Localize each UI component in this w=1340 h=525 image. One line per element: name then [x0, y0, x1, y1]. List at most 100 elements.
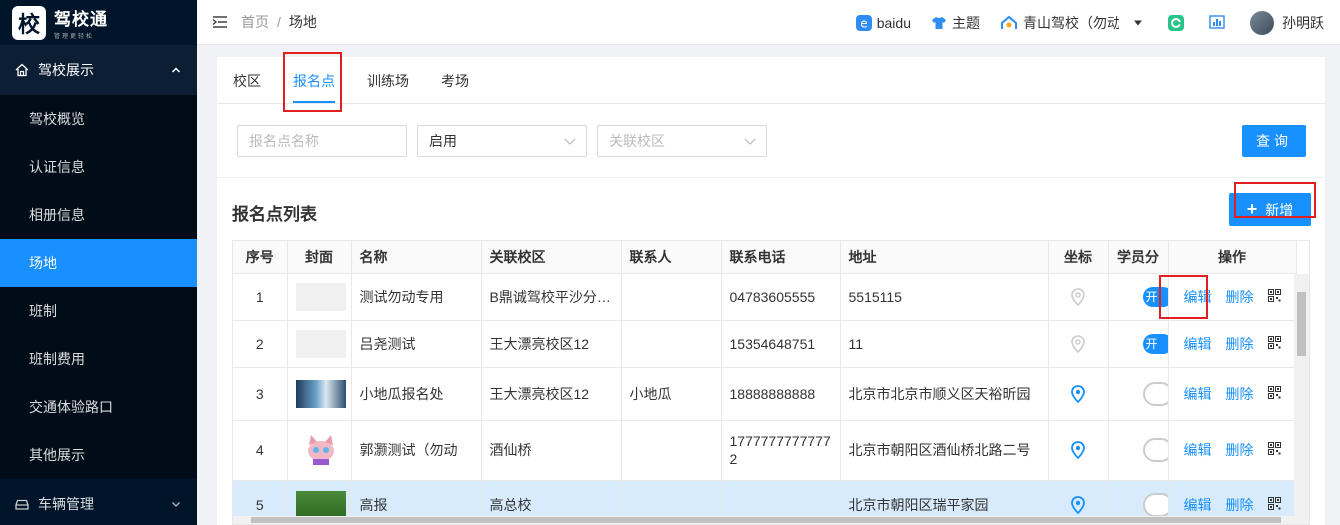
cell-name: 小地瓜报名处 [351, 367, 482, 421]
cover-image [295, 282, 346, 311]
logo: 校 驾校通 管理更轻松 [0, 0, 197, 45]
app-subtitle: 管理更轻松 [54, 34, 95, 40]
campus-select[interactable]: 关联校区 [597, 124, 767, 157]
column-header: 封面 [287, 241, 352, 274]
cell-coordinate[interactable] [1048, 320, 1109, 368]
delete-link[interactable]: 删除 [1226, 440, 1254, 460]
cell-phone: 04783605555 [721, 273, 841, 321]
sidebar-item[interactable]: 驾校概览 [0, 95, 197, 143]
sidebar-item[interactable]: 认证信息 [0, 143, 197, 191]
delete-link[interactable]: 删除 [1226, 287, 1254, 307]
cell-campus: 王大漂亮校区12 [481, 320, 622, 368]
cell-student-switch [1108, 367, 1169, 421]
qrcode-icon [1267, 442, 1281, 455]
plus-icon: + [1246, 199, 1258, 219]
cell-coordinate[interactable] [1048, 273, 1109, 321]
avatar [1250, 10, 1274, 35]
query-button[interactable]: 查询 [1242, 125, 1306, 157]
delete-link[interactable]: 删除 [1226, 334, 1254, 354]
table-row[interactable]: 2 吕尧测试 王大漂亮校区12 15354648751 11 开编辑 删除 [233, 320, 1297, 368]
cell-coordinate[interactable] [1048, 420, 1109, 481]
filter-bar: 报名点名称 启用 关联校区 查询 [217, 104, 1325, 178]
edit-link[interactable]: 编辑 [1184, 287, 1212, 307]
student-toggle[interactable] [1142, 381, 1167, 406]
student-toggle[interactable] [1142, 493, 1167, 517]
submenu: 驾校概览 认证信息 相册信息 场地 班制 班制费用 交通体验路口 其他展示 [0, 95, 197, 479]
refresh-icon [1168, 14, 1184, 31]
user-menu[interactable]: 孙明跃 [1250, 10, 1324, 35]
qrcode-button[interactable] [1267, 288, 1281, 305]
location-pin-icon [1071, 384, 1085, 403]
location-pin-icon [1071, 496, 1085, 514]
tab[interactable]: 考场 [441, 71, 469, 103]
column-header: 操作 [1168, 241, 1297, 274]
theme-label: 主题 [952, 14, 980, 31]
sidebar-item[interactable]: 班制 [0, 287, 197, 335]
name-search-input[interactable]: 报名点名称 [237, 124, 407, 157]
cell-contact [621, 320, 722, 368]
toggle-label: 开 [1145, 336, 1158, 351]
scrollbar-thumb[interactable] [1297, 292, 1306, 356]
qrcode-button[interactable] [1267, 335, 1281, 352]
theme-button[interactable]: 主题 [931, 13, 980, 33]
location-pin-icon [1071, 441, 1085, 459]
cell-actions: 编辑 删除 [1168, 420, 1297, 481]
sidebar-item[interactable]: 相册信息 [0, 191, 197, 239]
column-header: 地址 [840, 241, 1049, 274]
horizontal-scrollbar[interactable] [233, 516, 1296, 524]
menu-fold-icon[interactable] [211, 13, 229, 31]
cell-name: 测试勿动专用 [351, 273, 482, 321]
table-row[interactable]: 4 郭灏测试（勿动 酒仙桥 17777777777772 北京市朝阳区酒仙桥北路二号 编辑… [233, 420, 1297, 481]
chevron-down-icon [564, 138, 576, 145]
column-header: 序号 [233, 241, 288, 274]
breadcrumb-home[interactable]: 首页 [241, 12, 269, 32]
refresh-button[interactable] [1168, 14, 1189, 31]
sidebar-item[interactable]: 交通体验路口 [0, 383, 197, 431]
shirt-icon [932, 16, 946, 29]
edit-link[interactable]: 编辑 [1184, 334, 1212, 354]
dashboard-button[interactable] [1209, 14, 1230, 31]
cell-contact [621, 420, 722, 481]
edit-link[interactable]: 编辑 [1184, 495, 1212, 515]
signup-point-table: 序号 封面 名称 关联校区 联系人 联系电话 地址 坐标 学员分 操作 1 测试勿动专用 B鼎诚驾校平… [232, 240, 1310, 525]
menu-group-vehicles[interactable]: 车辆管理 [0, 479, 197, 525]
edit-link[interactable]: 编辑 [1184, 384, 1212, 404]
qrcode-button[interactable] [1267, 497, 1281, 513]
cell-coordinate[interactable] [1048, 367, 1109, 421]
student-toggle[interactable]: 开 [1142, 333, 1167, 354]
menu-group-label: 车辆管理 [38, 496, 94, 512]
sidebar: 校 驾校通 管理更轻松 驾校展示 驾校概览 认证信息 相册信息 场地 班制 班制费用 交通体… [0, 0, 197, 525]
logo-mark: 校 [12, 5, 46, 40]
school-switcher[interactable]: 青山驾校（勿动） [1000, 13, 1148, 33]
qrcode-button[interactable] [1267, 385, 1281, 402]
sidebar-item[interactable]: 班制费用 [0, 335, 197, 383]
add-button-label: 新增 [1265, 201, 1294, 218]
tab[interactable]: 校区 [233, 71, 261, 103]
tab[interactable]: 报名点 [293, 71, 335, 103]
table-row[interactable]: 1 测试勿动专用 B鼎诚驾校平沙分校区 04783605555 5515115 开编辑 删除 [233, 273, 1297, 321]
edit-link[interactable]: 编辑 [1184, 440, 1212, 460]
list-title: 报名点列表 [232, 205, 317, 224]
menu-group-school-display[interactable]: 驾校展示 [0, 45, 197, 95]
add-button[interactable]: + 新增 [1229, 193, 1311, 226]
caret-down-icon [1134, 20, 1142, 25]
sidebar-item[interactable]: 其他展示 [0, 431, 197, 479]
baidu-link[interactable]: e baidu [855, 14, 911, 31]
campus-select-placeholder: 关联校区 [609, 132, 665, 149]
delete-link[interactable]: 删除 [1226, 495, 1254, 515]
scrollbar-thumb[interactable] [251, 517, 1281, 523]
cell-student-switch: 开 [1108, 320, 1169, 368]
status-select[interactable]: 启用 [417, 124, 587, 157]
vertical-scrollbar[interactable] [1294, 274, 1309, 524]
student-toggle[interactable]: 开 [1142, 286, 1167, 307]
cell-actions: 编辑 删除 [1168, 367, 1297, 421]
cover-image [295, 491, 346, 519]
tab-bar: 校区 报名点 训练场 考场 [217, 57, 1325, 104]
student-toggle[interactable] [1142, 438, 1167, 462]
qrcode-button[interactable] [1267, 442, 1281, 458]
table-row[interactable]: 3 小地瓜报名处 王大漂亮校区12 小地瓜 18888888888 北京市北京市顺义区天裕… [233, 367, 1297, 421]
cell-index: 1 [233, 273, 288, 321]
sidebar-item[interactable]: 场地 [0, 239, 197, 287]
tab[interactable]: 训练场 [367, 71, 409, 103]
delete-link[interactable]: 删除 [1226, 384, 1254, 404]
